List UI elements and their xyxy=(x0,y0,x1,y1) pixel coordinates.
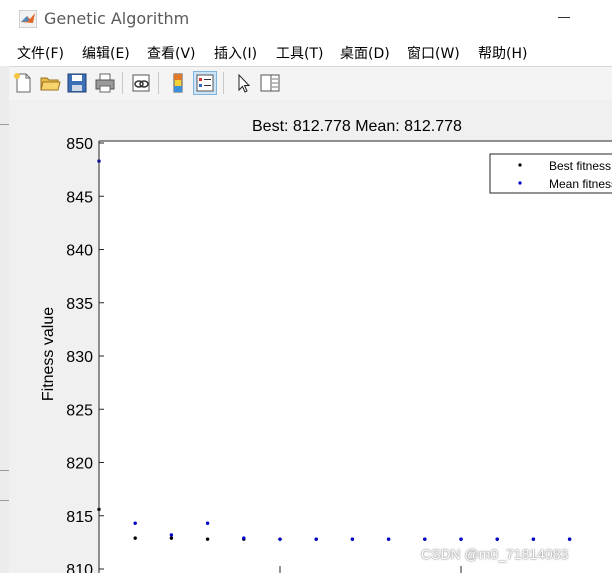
y-tick-label: 810 xyxy=(66,562,93,573)
legend-best-marker xyxy=(518,163,522,167)
best-fitness-point xyxy=(205,537,210,541)
mean-fitness-point xyxy=(278,537,282,541)
mean-fitness-point xyxy=(350,537,355,541)
y-tick-label: 825 xyxy=(66,402,93,419)
y-tick-label: 840 xyxy=(66,243,93,260)
legend-mean-marker xyxy=(518,181,522,185)
mean-fitness-point xyxy=(459,537,463,541)
y-tick-label: 845 xyxy=(66,189,93,206)
mean-fitness-point xyxy=(242,536,246,540)
best-fitness-point xyxy=(169,536,174,540)
y-tick-label: 850 xyxy=(66,136,93,153)
legend: Best fitness Mean fitness xyxy=(489,153,612,194)
watermark-text: CSDN @m0_71814083 xyxy=(421,546,569,562)
y-tick-label: 815 xyxy=(66,509,93,526)
y-tick-label: 820 xyxy=(66,456,93,473)
y-tick-label: 830 xyxy=(66,349,93,366)
y-axis-label: Fitness value xyxy=(40,306,57,402)
mean-fitness-point xyxy=(531,537,536,541)
best-fitness-point xyxy=(133,536,137,540)
plot-title: Best: 812.778 Mean: 812.778 xyxy=(252,118,462,135)
mean-fitness-point xyxy=(386,537,391,541)
mean-fitness-point xyxy=(205,521,210,525)
mean-fitness-point xyxy=(169,533,174,537)
plot-axes-background xyxy=(99,141,612,573)
fitness-plot: 810 815 820 825 830 835 840 845 850 Best fitness… xyxy=(66,136,612,573)
mean-fitness-point xyxy=(314,537,318,541)
legend-mean-label: Mean fitness xyxy=(549,177,612,191)
legend-best-label: Best fitness xyxy=(549,159,611,173)
mean-fitness-point xyxy=(495,537,499,541)
mean-fitness-point xyxy=(133,521,137,525)
y-tick-label: 835 xyxy=(66,296,93,313)
mean-fitness-point xyxy=(423,537,427,541)
mean-fitness-point xyxy=(567,537,572,541)
